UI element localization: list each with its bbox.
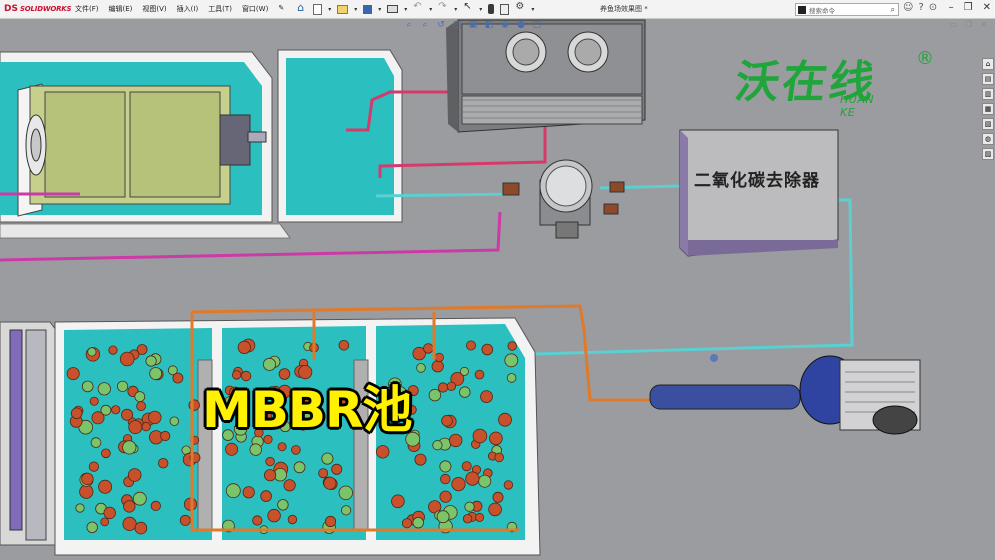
restore-button[interactable]: ❐ <box>964 2 973 13</box>
home-icon[interactable] <box>297 1 307 14</box>
document-title: 养鱼场效果图 * <box>600 5 648 13</box>
redo-icon[interactable] <box>438 1 448 14</box>
section-view-icon[interactable]: ◫ <box>452 20 462 30</box>
save-dropdown-caret[interactable]: ▾ <box>378 6 381 13</box>
ds-logo-icon: DS <box>4 4 18 14</box>
menu-file[interactable]: 文件(F) <box>70 4 104 14</box>
options-icon[interactable] <box>515 1 525 14</box>
standard-toolbar: ▾ ▾ ▾ ▾ ▾ ▾ ▾ ▾ <box>297 1 534 15</box>
options-dropdown-caret[interactable]: ▾ <box>531 6 534 13</box>
select-icon[interactable] <box>463 1 473 14</box>
new-document-icon[interactable] <box>313 3 323 15</box>
co2-remover-label: 二氧化碳去除器 <box>694 171 820 191</box>
view-palette-icon[interactable]: ▧ <box>982 118 994 130</box>
search-icon[interactable]: ⌕ <box>891 5 895 15</box>
minimize-button[interactable]: – <box>949 2 954 13</box>
view-heads-up-toolbar: ⌕ ⌕ ↺ ◫ ▣ ◧ ◉ ● ▢ <box>404 20 542 30</box>
user-icon[interactable]: ☺ <box>903 2 913 13</box>
doc-restore-icon[interactable]: ❐ <box>965 20 972 29</box>
menu-view[interactable]: 视图(V) <box>137 4 171 14</box>
custom-properties-icon[interactable]: ▨ <box>982 148 994 160</box>
solidworks-logo[interactable]: DS SOLIDWORKS <box>0 4 72 14</box>
file-explorer-icon[interactable]: ▦ <box>982 103 994 115</box>
rebuild-icon[interactable] <box>488 4 495 14</box>
zoom-to-fit-icon[interactable]: ⌕ <box>404 20 414 30</box>
file-properties-icon[interactable] <box>500 3 510 15</box>
display-style-icon[interactable]: ◧ <box>484 20 494 30</box>
window-controls: – ❐ ✕ <box>949 2 991 13</box>
brand-subtext: HUAN KE <box>840 93 875 119</box>
doc-close-icon[interactable]: ✕ <box>980 20 987 29</box>
menu-tools[interactable]: 工具(T) <box>203 4 237 14</box>
menu-edit[interactable]: 编辑(E) <box>104 4 138 14</box>
home-task-icon[interactable]: ⌂ <box>982 58 994 70</box>
search-placeholder: 搜索命令 <box>809 6 835 15</box>
redo-dropdown-caret[interactable]: ▾ <box>454 6 457 13</box>
help-icons: ☺ ? ⊙ <box>903 2 937 13</box>
menu-window[interactable]: 窗口(W) <box>237 4 273 14</box>
menu-insert[interactable]: 插入(I) <box>172 4 204 14</box>
design-library-icon[interactable]: ▥ <box>982 88 994 100</box>
new-dropdown-caret[interactable]: ▾ <box>328 6 331 13</box>
registered-mark: ® <box>916 48 934 69</box>
pin-icon[interactable]: ✎ <box>273 4 289 14</box>
document-window-controls: ▭ ❐ ✕ <box>950 20 987 29</box>
app-brand: SOLIDWORKS <box>19 5 72 13</box>
open-dropdown-caret[interactable]: ▾ <box>354 6 357 13</box>
command-search-icon <box>798 5 806 14</box>
undo-icon[interactable] <box>413 1 423 14</box>
hide-show-icon[interactable]: ◉ <box>500 20 510 30</box>
brand-watermark: 沃在线 ® HUAN KE <box>732 46 934 119</box>
doc-minimize-icon[interactable]: ▭ <box>950 20 958 29</box>
zoom-area-icon[interactable]: ⌕ <box>420 20 430 30</box>
task-pane-tabs: ⌂ ▤ ▥ ▦ ▧ ◍ ▨ <box>982 58 994 160</box>
search-input[interactable]: 搜索命令 ⌕ <box>795 3 899 16</box>
print-dropdown-caret[interactable]: ▾ <box>404 6 407 13</box>
previous-view-icon[interactable]: ↺ <box>436 20 446 30</box>
help-icon[interactable]: ? <box>918 2 923 13</box>
co2-remover-box[interactable] <box>679 129 839 257</box>
open-icon[interactable] <box>337 4 349 14</box>
view-orientation-icon[interactable]: ▣ <box>468 20 478 30</box>
undo-dropdown-caret[interactable]: ▾ <box>429 6 432 13</box>
save-icon[interactable] <box>363 4 373 14</box>
menu-bar: 文件(F) 编辑(E) 视图(V) 插入(I) 工具(T) 窗口(W) ✎ <box>70 4 289 14</box>
resources-icon[interactable]: ▤ <box>982 73 994 85</box>
air-cooler-unit[interactable] <box>446 19 646 133</box>
top-left-tank[interactable] <box>0 51 291 239</box>
select-dropdown-caret[interactable]: ▾ <box>479 6 482 13</box>
print-icon[interactable] <box>387 5 399 13</box>
close-button[interactable]: ✕ <box>983 2 991 13</box>
video-caption: MBBR池 <box>202 381 412 439</box>
more-icon[interactable]: ⊙ <box>929 2 937 13</box>
appearances-icon[interactable]: ◍ <box>982 133 994 145</box>
scene-icon[interactable]: ▢ <box>532 20 542 30</box>
appearance-icon[interactable]: ● <box>516 20 526 30</box>
